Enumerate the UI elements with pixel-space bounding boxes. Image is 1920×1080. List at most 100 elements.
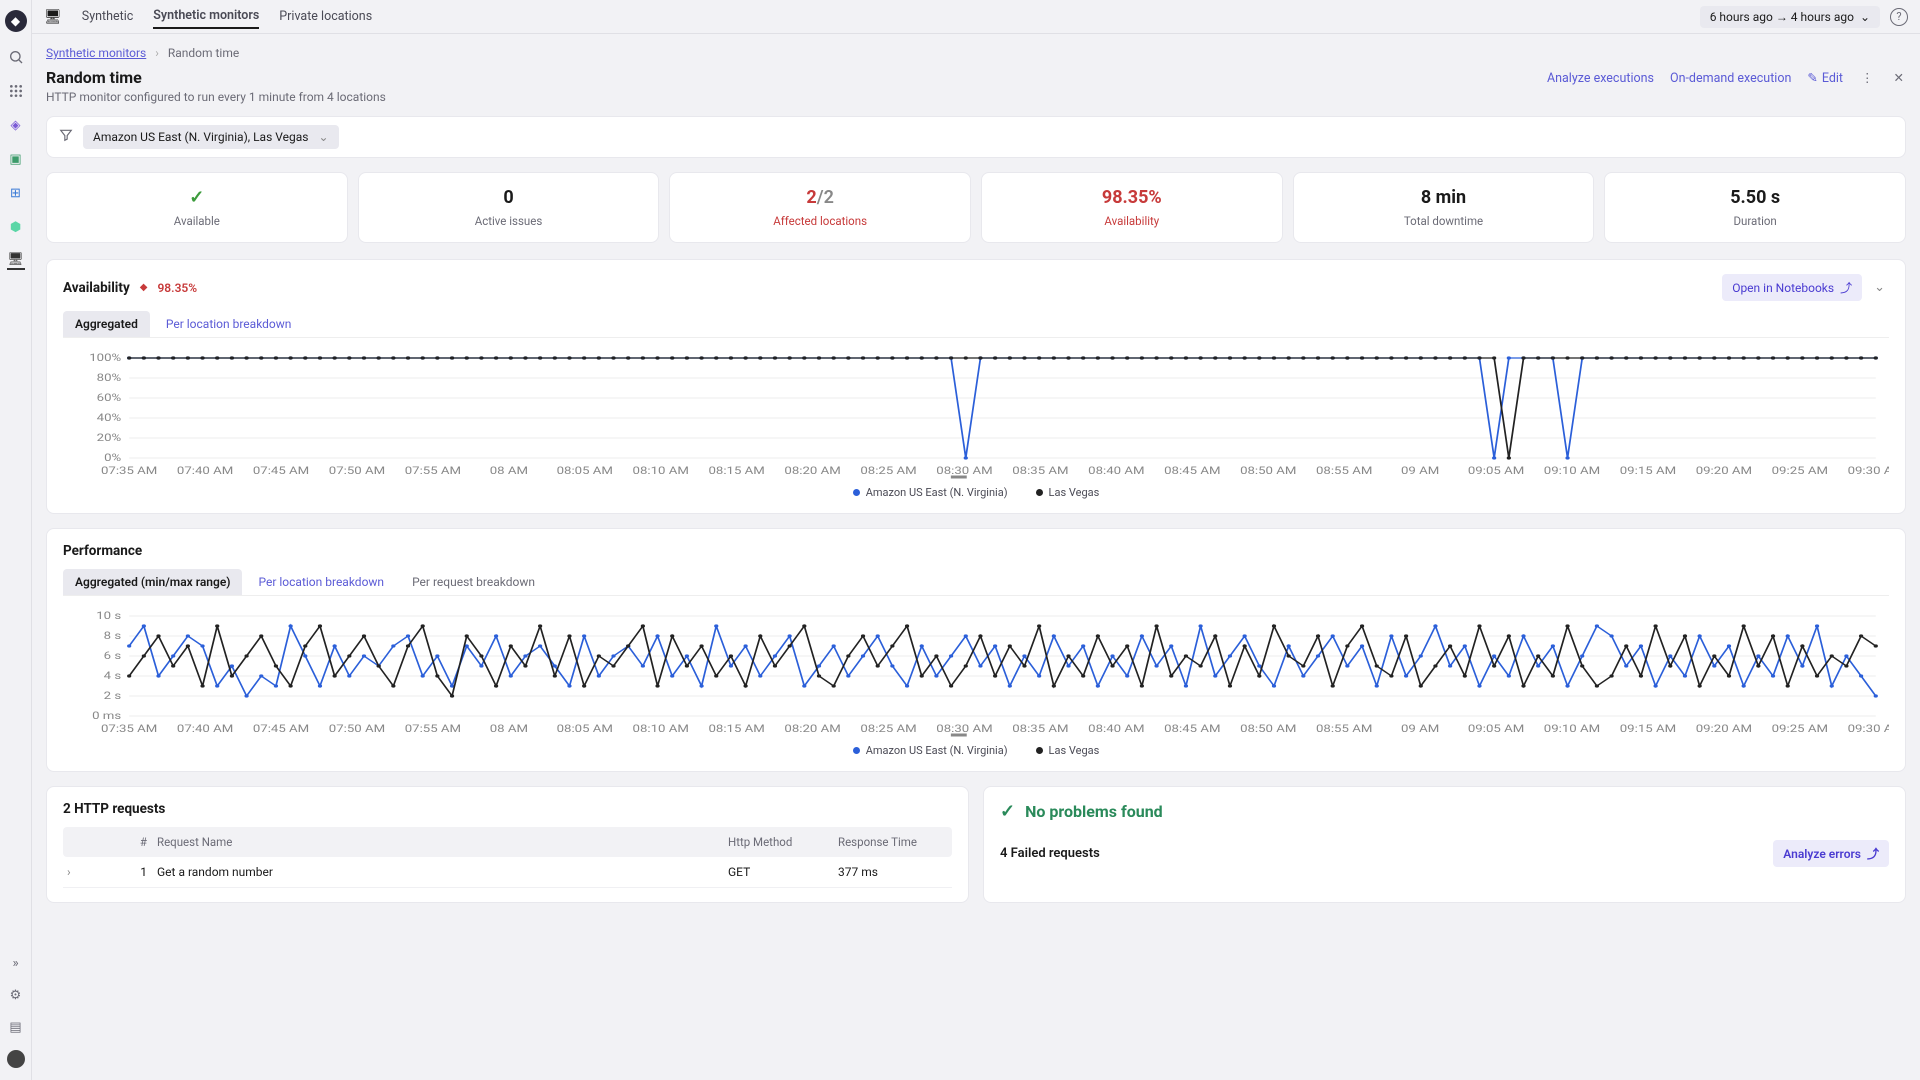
chevron-down-icon[interactable]: ⌄ <box>1870 276 1889 299</box>
stats-icon[interactable]: ▤ <box>7 1018 25 1036</box>
kpi-affected-locations[interactable]: 2/2 Affected locations <box>669 172 971 243</box>
breadcrumb-current: Random time <box>168 46 239 60</box>
svg-text:08 AM: 08 AM <box>490 723 528 735</box>
http-requests-card: 2 HTTP requests # Request Name Http Meth… <box>46 786 969 903</box>
svg-text:09:05 AM: 09:05 AM <box>1468 465 1524 477</box>
settings-icon[interactable]: ⚙ <box>7 986 25 1004</box>
tab-per-request[interactable]: Per request breakdown <box>400 569 547 595</box>
more-icon[interactable]: ⋮ <box>1859 68 1876 88</box>
svg-text:2 s: 2 s <box>104 690 122 702</box>
analyze-executions-link[interactable]: Analyze executions <box>1547 71 1654 86</box>
svg-text:08:40 AM: 08:40 AM <box>1088 723 1144 735</box>
kpi-value: 98.35% <box>992 187 1272 208</box>
svg-text:20%: 20% <box>97 432 122 444</box>
tab-aggregated[interactable]: Aggregated <box>63 311 150 337</box>
kpi-label: Affected locations <box>680 214 960 228</box>
svg-text:09 AM: 09 AM <box>1401 723 1439 735</box>
svg-text:09:05 AM: 09:05 AM <box>1468 723 1524 735</box>
svg-text:08:45 AM: 08:45 AM <box>1164 723 1220 735</box>
edit-label: Edit <box>1822 71 1843 86</box>
nav-item-4[interactable]: ⬢ <box>7 218 25 236</box>
analyze-errors-button[interactable]: Analyze errors ⤴ <box>1773 840 1889 867</box>
svg-text:08:35 AM: 08:35 AM <box>1012 723 1068 735</box>
kpi-value: 2/2 <box>680 187 960 208</box>
nav-item-1[interactable]: ◈ <box>7 116 25 134</box>
page-title: Random time <box>46 68 386 87</box>
filter-icon[interactable] <box>59 128 73 146</box>
legend-label: Las Vegas <box>1049 744 1100 757</box>
svg-text:08:40 AM: 08:40 AM <box>1088 465 1144 477</box>
open-notebooks-button[interactable]: Open in Notebooks ⤴ <box>1722 274 1862 301</box>
svg-text:09 AM: 09 AM <box>1401 465 1439 477</box>
svg-text:09:30 AM: 09:30 AM <box>1848 465 1889 477</box>
svg-text:08:05 AM: 08:05 AM <box>557 465 613 477</box>
tab-per-location[interactable]: Per location breakdown <box>246 569 396 595</box>
kpi-duration[interactable]: 5.50 s Duration <box>1604 172 1906 243</box>
svg-text:10 s: 10 s <box>96 610 121 622</box>
tab-synthetic-monitors[interactable]: Synthetic monitors <box>153 4 259 29</box>
svg-text:08:50 AM: 08:50 AM <box>1240 465 1296 477</box>
breadcrumb-parent[interactable]: Synthetic monitors <box>46 46 146 60</box>
expand-icon[interactable]: » <box>7 954 25 972</box>
nav-item-5[interactable]: 🖥 <box>7 252 25 270</box>
time-range-selector[interactable]: 6 hours ago → 4 hours ago ⌄ <box>1700 6 1880 28</box>
kpi-availability[interactable]: 98.35% Availability <box>981 172 1283 243</box>
search-icon[interactable] <box>7 48 25 66</box>
svg-text:08:10 AM: 08:10 AM <box>633 465 689 477</box>
col-response: Response Time <box>838 835 948 849</box>
svg-text:08:25 AM: 08:25 AM <box>860 723 916 735</box>
svg-text:07:55 AM: 07:55 AM <box>405 465 461 477</box>
svg-text:09:20 AM: 09:20 AM <box>1696 465 1752 477</box>
edit-button[interactable]: ✎ Edit <box>1807 70 1843 86</box>
nav-item-3[interactable]: ⊞ <box>7 184 25 202</box>
kpi-value: 0 <box>369 187 649 208</box>
problems-card: ✓ No problems found 4 Failed requests An… <box>983 786 1906 903</box>
chevron-down-icon: ⌄ <box>318 130 328 144</box>
performance-chart[interactable]: 0 ms2 s4 s6 s8 s10 s07:35 AM07:40 AM07:4… <box>63 608 1889 738</box>
svg-text:09:25 AM: 09:25 AM <box>1772 465 1828 477</box>
tab-private-locations[interactable]: Private locations <box>279 5 372 28</box>
check-icon: ✓ <box>1000 801 1015 822</box>
diamond-icon: ◆ <box>140 282 148 293</box>
ondemand-execution-link[interactable]: On-demand execution <box>1670 71 1791 86</box>
tab-aggregated-range[interactable]: Aggregated (min/max range) <box>63 569 242 595</box>
kpi-downtime[interactable]: 8 min Total downtime <box>1293 172 1595 243</box>
col-method: Http Method <box>728 835 838 849</box>
nav-item-2[interactable]: ▣ <box>7 150 25 168</box>
performance-card: Performance Aggregated (min/max range) P… <box>46 528 1906 772</box>
svg-text:09:10 AM: 09:10 AM <box>1544 723 1600 735</box>
svg-text:08:15 AM: 08:15 AM <box>708 465 764 477</box>
app-logo[interactable]: ◆ <box>5 10 27 32</box>
svg-text:6 s: 6 s <box>104 650 122 662</box>
svg-text:07:50 AM: 07:50 AM <box>329 465 385 477</box>
help-icon[interactable]: ? <box>1890 8 1908 26</box>
svg-text:08:45 AM: 08:45 AM <box>1164 465 1220 477</box>
section-icon: 🖥 <box>44 9 62 25</box>
close-icon[interactable]: ✕ <box>1892 68 1906 88</box>
failed-requests-title: 4 Failed requests <box>1000 846 1100 861</box>
location-select[interactable]: Amazon US East (N. Virginia), Las Vegas … <box>83 125 339 149</box>
tab-synthetic[interactable]: Synthetic <box>82 5 134 28</box>
kpi-active-issues[interactable]: 0 Active issues <box>358 172 660 243</box>
svg-text:08:05 AM: 08:05 AM <box>557 723 613 735</box>
sidebar-rail: ◆ ◈ ▣ ⊞ ⬢ 🖥 » ⚙ ▤ <box>0 0 32 1080</box>
tab-per-location[interactable]: Per location breakdown <box>154 311 304 337</box>
svg-text:0 ms: 0 ms <box>92 710 121 722</box>
svg-text:09:10 AM: 09:10 AM <box>1544 465 1600 477</box>
external-icon: ⤴ <box>1867 845 1879 862</box>
user-icon[interactable] <box>7 1050 25 1068</box>
chevron-right-icon[interactable]: › <box>67 865 107 879</box>
apps-icon[interactable] <box>7 82 25 100</box>
kpi-value: 5.50 s <box>1615 187 1895 208</box>
svg-text:07:40 AM: 07:40 AM <box>177 723 233 735</box>
svg-text:08:55 AM: 08:55 AM <box>1316 465 1372 477</box>
table-row[interactable]: › 1 Get a random number GET 377 ms <box>63 857 952 888</box>
svg-text:4 s: 4 s <box>104 670 122 682</box>
kpi-available[interactable]: ✓ Available <box>46 172 348 243</box>
svg-text:07:35 AM: 07:35 AM <box>101 465 157 477</box>
kpi-label: Duration <box>1615 214 1895 228</box>
availability-chart[interactable]: 0%20%40%60%80%100%07:35 AM07:40 AM07:45 … <box>63 350 1889 480</box>
svg-text:8 s: 8 s <box>104 630 122 642</box>
svg-text:08:35 AM: 08:35 AM <box>1012 465 1068 477</box>
svg-text:09:20 AM: 09:20 AM <box>1696 723 1752 735</box>
